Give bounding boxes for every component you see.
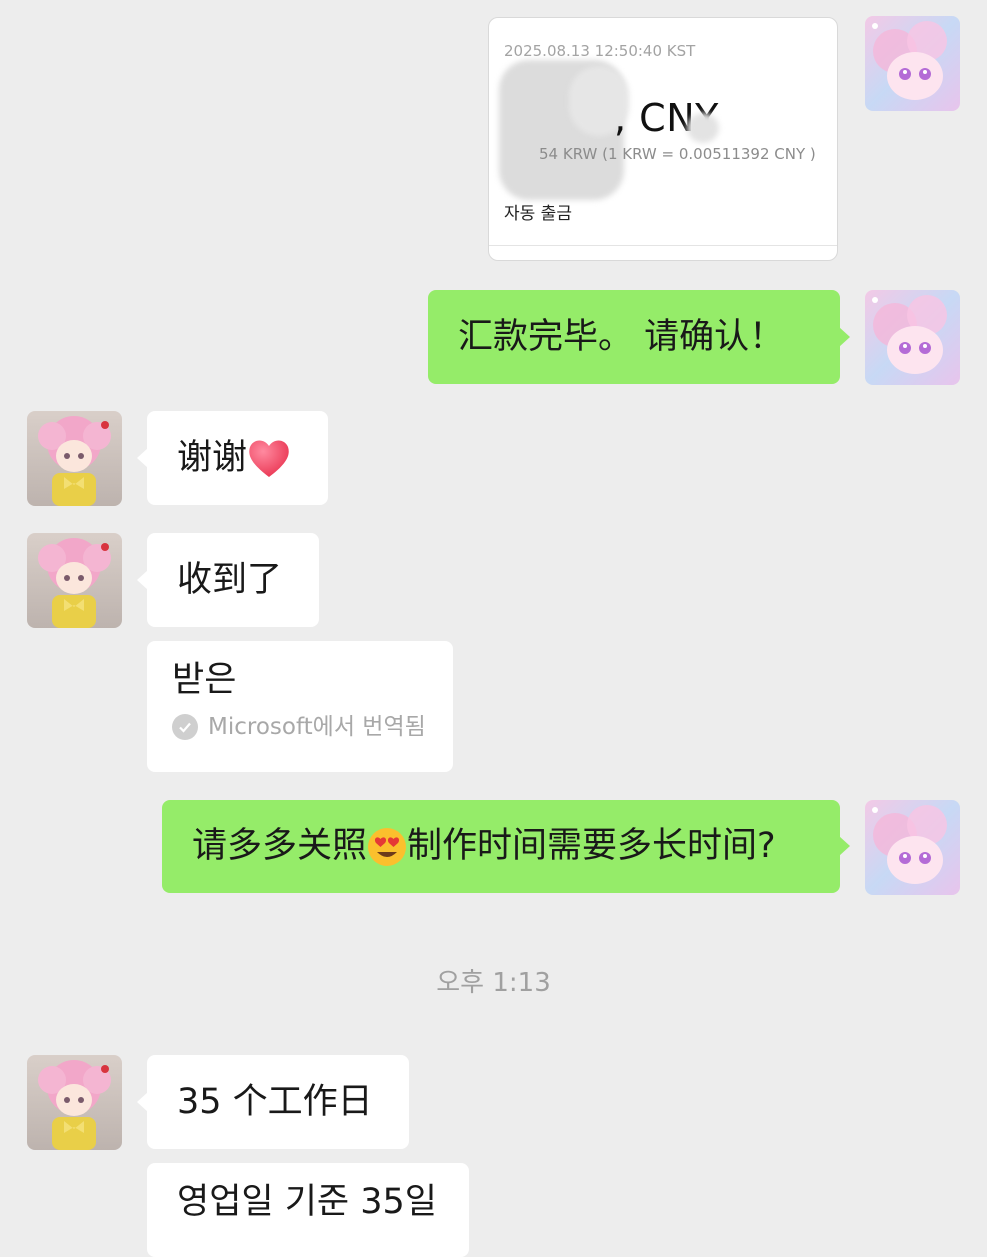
message-text: 请多多关照	[192, 826, 368, 866]
translation-source-label: Microsoft에서 번역됨	[208, 713, 426, 740]
translated-text: 영업일 기준 35일	[177, 1182, 437, 1222]
message-text: 谢谢	[177, 437, 248, 478]
message-text: 收到了	[177, 559, 283, 600]
exchange-rate: 54 KRW (1 KRW = 0.00511392 CNY )	[539, 145, 816, 163]
message-text: 35 个工作日	[177, 1081, 373, 1122]
bubble-tail	[839, 327, 850, 347]
my-avatar[interactable]	[865, 800, 960, 895]
incoming-message[interactable]: 收到了	[147, 533, 319, 627]
outgoing-message[interactable]: 请多多关照 制作时间需要多长时间?	[162, 800, 840, 893]
message-text: 制作时间需要多长时间?	[407, 826, 776, 866]
translated-text: 받은	[172, 660, 237, 700]
translation-bubble[interactable]: 영업일 기준 35일	[147, 1163, 469, 1257]
check-circle-icon	[172, 714, 198, 740]
incoming-message[interactable]: 谢谢	[147, 411, 328, 505]
transfer-timestamp: 2025.08.13 12:50:40 KST	[504, 42, 696, 60]
translation-source: Microsoft에서 번역됨	[172, 714, 428, 740]
message-text: 汇款完毕。 请确认！	[458, 316, 785, 357]
outgoing-message[interactable]: 汇款完毕。 请确认！	[428, 290, 840, 384]
heart-emoji	[249, 440, 289, 477]
transfer-receipt-card[interactable]: 2025.08.13 12:50:40 KST , CNY 54 KRW (1 …	[488, 17, 838, 261]
translation-bubble[interactable]: 받은 Microsoft에서 번역됨	[147, 641, 453, 772]
contact-avatar[interactable]	[27, 533, 122, 628]
my-avatar[interactable]	[865, 290, 960, 385]
heart-eyes-emoji	[368, 827, 407, 866]
bubble-tail	[839, 836, 850, 856]
contact-avatar[interactable]	[27, 411, 122, 506]
contact-avatar[interactable]	[27, 1055, 122, 1150]
transfer-note: 자동 출금	[504, 204, 572, 224]
incoming-message[interactable]: 35 个工作日	[147, 1055, 409, 1149]
privacy-blur	[687, 113, 719, 143]
card-divider	[489, 245, 837, 246]
my-avatar[interactable]	[865, 16, 960, 111]
time-divider: 오후 1:13	[436, 968, 551, 998]
